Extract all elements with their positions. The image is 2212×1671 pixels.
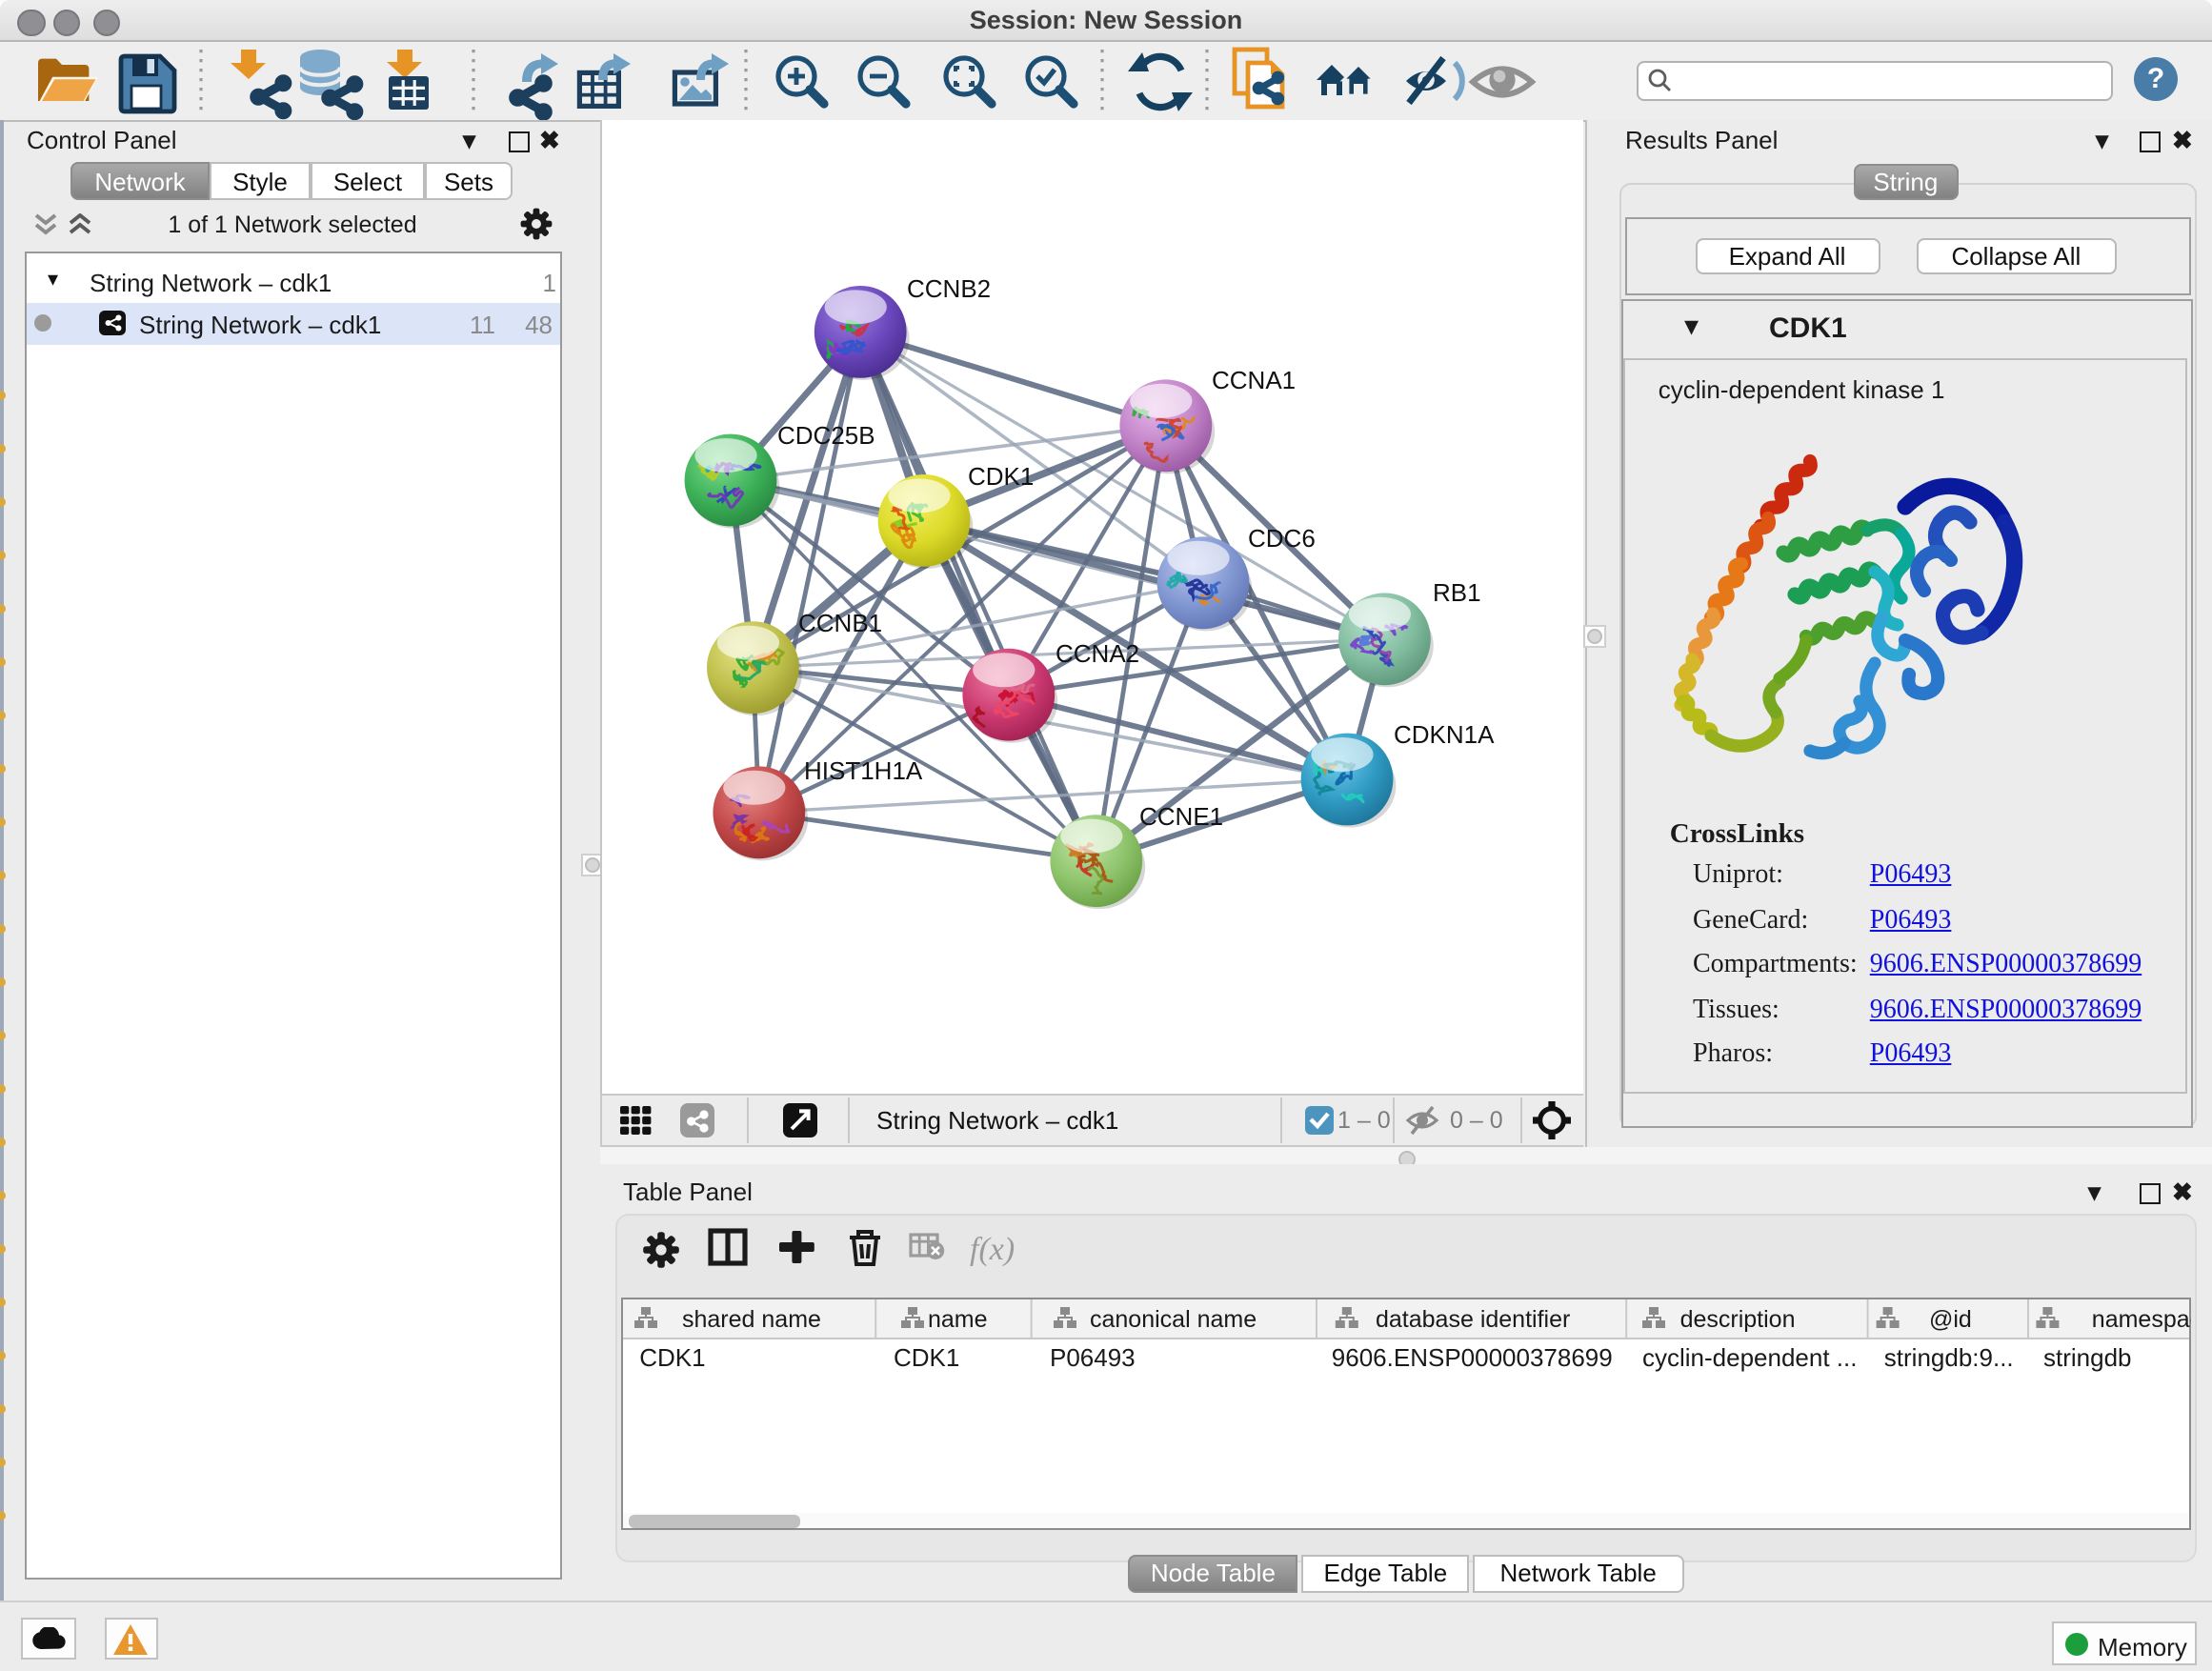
svg-text:9606.ENSP00000378699: 9606.ENSP00000378699 [1332,1343,1613,1372]
svg-text:stringdb: stringdb [2043,1343,2132,1372]
svg-text:f(x): f(x) [970,1232,1015,1267]
svg-text:0 – 0: 0 – 0 [1450,1107,1503,1134]
svg-text:String Network – cdk1: String Network – cdk1 [876,1106,1118,1135]
svg-text:namespac: namespac [2092,1306,2191,1333]
svg-text:canonical name: canonical name [1090,1306,1257,1333]
svg-text:HIST1H1A: HIST1H1A [804,756,923,785]
svg-text:CDKN1A: CDKN1A [1394,720,1495,749]
svg-text:CCNA2: CCNA2 [1056,639,1139,668]
svg-text:stringdb:9...: stringdb:9... [1884,1343,2014,1372]
svg-text:@id: @id [1929,1306,1972,1333]
svg-text:CCNB1: CCNB1 [798,609,882,637]
svg-text:CCNA1: CCNA1 [1212,366,1296,394]
svg-text:name: name [928,1306,988,1333]
svg-text:database identifier: database identifier [1376,1306,1570,1333]
svg-text:CDK1: CDK1 [968,462,1034,491]
svg-text:CDK1: CDK1 [894,1343,959,1372]
svg-text:CDC6: CDC6 [1248,524,1316,553]
svg-text:1 – 0: 1 – 0 [1337,1107,1391,1134]
svg-text:cyclin-dependent ...: cyclin-dependent ... [1642,1343,1857,1372]
svg-text:CDC25B: CDC25B [777,421,875,450]
svg-text:description: description [1680,1306,1796,1333]
svg-text:CCNE1: CCNE1 [1139,802,1223,831]
svg-text:P06493: P06493 [1050,1343,1136,1372]
svg-text:shared name: shared name [682,1306,821,1333]
svg-text:CCNB2: CCNB2 [907,274,991,303]
svg-text:CDK1: CDK1 [639,1343,705,1372]
svg-text:RB1: RB1 [1433,578,1481,607]
